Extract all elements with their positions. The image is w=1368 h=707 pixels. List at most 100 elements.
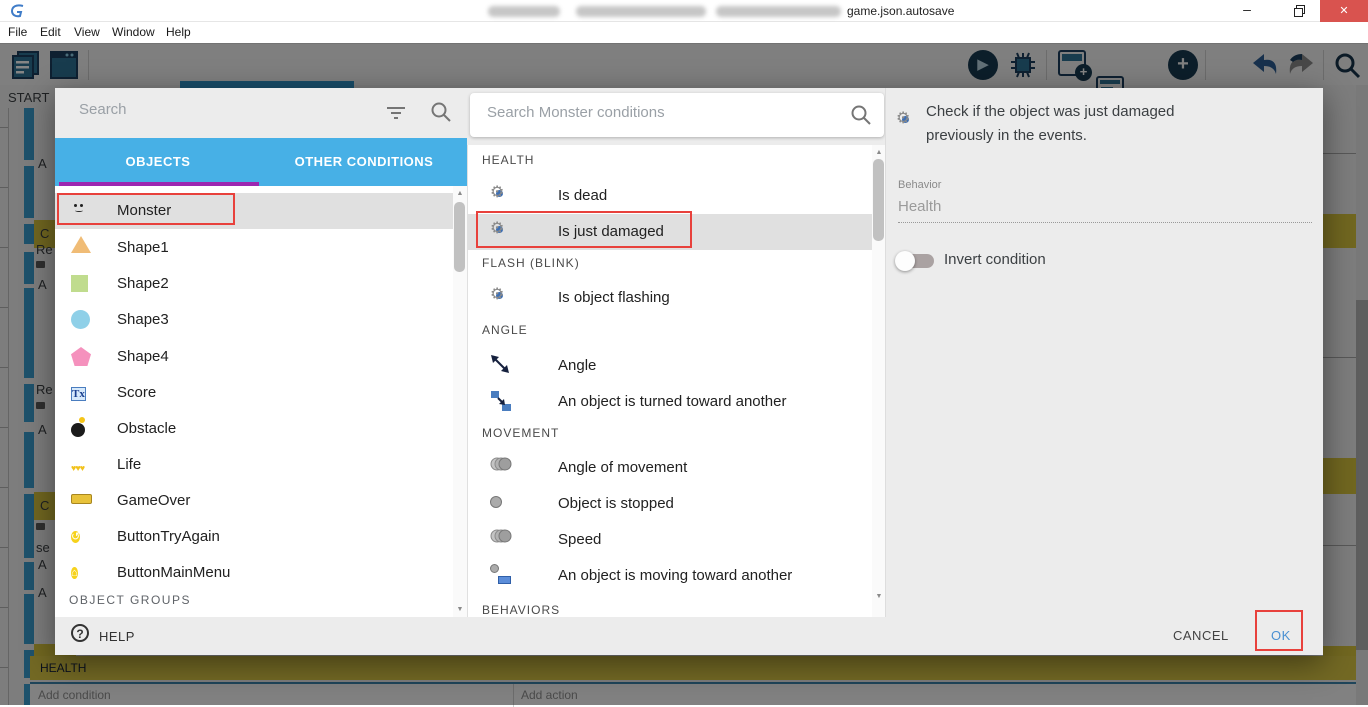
condition-search-input[interactable]: [487, 104, 817, 121]
object-label: Shape2: [117, 275, 169, 292]
condition-description: Check if the object was just damaged pre…: [926, 103, 1175, 144]
text-object-icon: Tx: [71, 387, 86, 401]
condition-detail-panel: ⚙ Check if the object was just damaged p…: [885, 88, 1323, 617]
tab-objects[interactable]: OBJECTS: [55, 138, 261, 186]
condition-is-dead[interactable]: ⚙ Is dead: [468, 178, 885, 214]
search-icon[interactable]: [430, 101, 452, 123]
scrollbar-thumb[interactable]: [873, 159, 884, 241]
scroll-up-icon[interactable]: ▲: [453, 190, 467, 197]
condition-turned-toward[interactable]: An object is turned toward another: [468, 384, 885, 420]
object-label: Shape1: [117, 239, 169, 256]
menu-edit[interactable]: Edit: [40, 25, 61, 39]
object-label: ButtonMainMenu: [117, 564, 231, 581]
section-header-angle: ANGLE: [482, 323, 528, 337]
object-label: Shape4: [117, 348, 169, 365]
object-list-scrollbar[interactable]: ▲ ▼: [453, 186, 467, 617]
bomb-icon: [71, 417, 97, 441]
condition-label: An object is moving toward another: [558, 567, 793, 584]
list-item-shape3[interactable]: Shape3: [55, 302, 467, 338]
object-label: Shape3: [117, 311, 169, 328]
triangle-icon: [71, 236, 97, 260]
square-icon: [71, 275, 97, 299]
condition-moving-toward[interactable]: An object is moving toward another: [468, 558, 885, 594]
condition-list: HEALTH ⚙ Is dead ⚙ Is just damaged FLASH…: [467, 145, 885, 617]
list-item-buttonmainmenu[interactable]: ⌂ ButtonMainMenu: [55, 555, 467, 591]
section-header-movement: MOVEMENT: [482, 426, 560, 440]
banner-icon: [71, 489, 97, 513]
highlight-box-is-just-damaged: [476, 211, 692, 248]
search-icon[interactable]: [850, 104, 872, 126]
object-search-bar: [55, 88, 467, 138]
gdevelop-logo-icon: [10, 4, 24, 18]
menu-view[interactable]: View: [74, 25, 100, 39]
circles-icon: [490, 456, 516, 480]
condition-label: An object is turned toward another: [558, 393, 787, 410]
list-item-life[interactable]: ♥♥♥ Life: [55, 447, 467, 483]
menu-help[interactable]: Help: [166, 25, 191, 39]
object-label: Obstacle: [117, 420, 177, 437]
moving-toward-icon: [490, 564, 516, 588]
restore-button[interactable]: [1294, 5, 1306, 17]
scroll-down-icon[interactable]: ▼: [872, 593, 885, 600]
menu-window[interactable]: Window: [112, 25, 155, 39]
section-header-behaviors: BEHAVIORS: [482, 603, 561, 617]
condition-list-scrollbar[interactable]: ▲ ▼: [872, 145, 885, 617]
behavior-field-underline: [898, 222, 1312, 223]
condition-speed[interactable]: Speed: [468, 522, 885, 558]
retry-button-icon: ↺: [71, 531, 81, 543]
object-groups-header: OBJECT GROUPS: [69, 593, 191, 607]
pentagon-icon: [71, 347, 97, 371]
invert-condition-label: Invert condition: [944, 251, 1046, 268]
tab-other-conditions[interactable]: OTHER CONDITIONS: [261, 138, 467, 186]
menu-file[interactable]: File: [8, 25, 27, 39]
behavior-field-label: Behavior: [898, 179, 942, 191]
window-title: game.json.autosave: [847, 4, 955, 18]
invert-condition-toggle[interactable]: [895, 251, 934, 271]
condition-angle[interactable]: Angle: [468, 348, 885, 384]
redacted-title-blob: [488, 6, 560, 17]
condition-label: Is object flashing: [558, 289, 670, 306]
condition-angle-of-movement[interactable]: Angle of movement: [468, 450, 885, 486]
condition-label: Object is stopped: [558, 495, 674, 512]
help-button[interactable]: HELP: [99, 629, 135, 644]
cancel-button[interactable]: CANCEL: [1173, 628, 1229, 643]
condition-label: Angle: [558, 357, 597, 374]
scrollbar-thumb[interactable]: [454, 202, 465, 272]
gear-icon: ⚙: [490, 184, 505, 201]
menu-bar: File Edit View Window Help: [0, 22, 1368, 43]
instruction-editor-dialog: OBJECTS OTHER CONDITIONS Monster Shape1 …: [55, 88, 1323, 655]
condition-label: Is dead: [558, 187, 608, 204]
list-item-shape1[interactable]: Shape1: [55, 230, 467, 266]
list-item-shape2[interactable]: Shape2: [55, 266, 467, 302]
list-item-score[interactable]: Tx Score: [55, 375, 467, 411]
condition-label: Angle of movement: [558, 459, 688, 476]
turned-toward-icon: [490, 390, 516, 414]
close-button[interactable]: ✕: [1320, 0, 1368, 22]
condition-is-object-flashing[interactable]: ⚙ Is object flashing: [468, 280, 885, 316]
condition-label: Speed: [558, 531, 602, 548]
filter-icon[interactable]: [385, 105, 407, 121]
section-header-flash: FLASH (BLINK): [482, 256, 580, 270]
list-item-obstacle[interactable]: Obstacle: [55, 411, 467, 447]
condition-object-is-stopped[interactable]: Object is stopped: [468, 486, 885, 522]
dialog-footer: ? HELP CANCEL OK: [55, 610, 1323, 655]
minimize-button[interactable]: –: [1232, 0, 1262, 20]
list-item-gameover[interactable]: GameOver: [55, 483, 467, 519]
scroll-down-icon[interactable]: ▼: [453, 606, 467, 613]
object-list: Monster Shape1 Shape2 Shape3 Shape4 Tx S…: [55, 186, 467, 617]
behavior-field-value[interactable]: Health: [898, 198, 941, 215]
circles-icon: [490, 528, 516, 552]
object-search-input[interactable]: [79, 101, 369, 118]
hearts-icon: ♥♥♥: [71, 463, 85, 473]
list-item-buttontryagain[interactable]: ↺ ButtonTryAgain: [55, 519, 467, 555]
highlight-box-ok: [1255, 610, 1303, 651]
list-item-shape4[interactable]: Shape4: [55, 339, 467, 375]
angle-arrow-icon: [490, 354, 516, 378]
title-bar: game.json.autosave – ✕: [0, 0, 1368, 22]
circle-icon: [490, 492, 516, 516]
scroll-up-icon[interactable]: ▲: [872, 149, 885, 156]
object-label: ButtonTryAgain: [117, 528, 220, 545]
toggle-knob[interactable]: [895, 251, 915, 271]
help-icon[interactable]: ?: [71, 624, 89, 642]
highlight-box-monster: [57, 193, 235, 225]
